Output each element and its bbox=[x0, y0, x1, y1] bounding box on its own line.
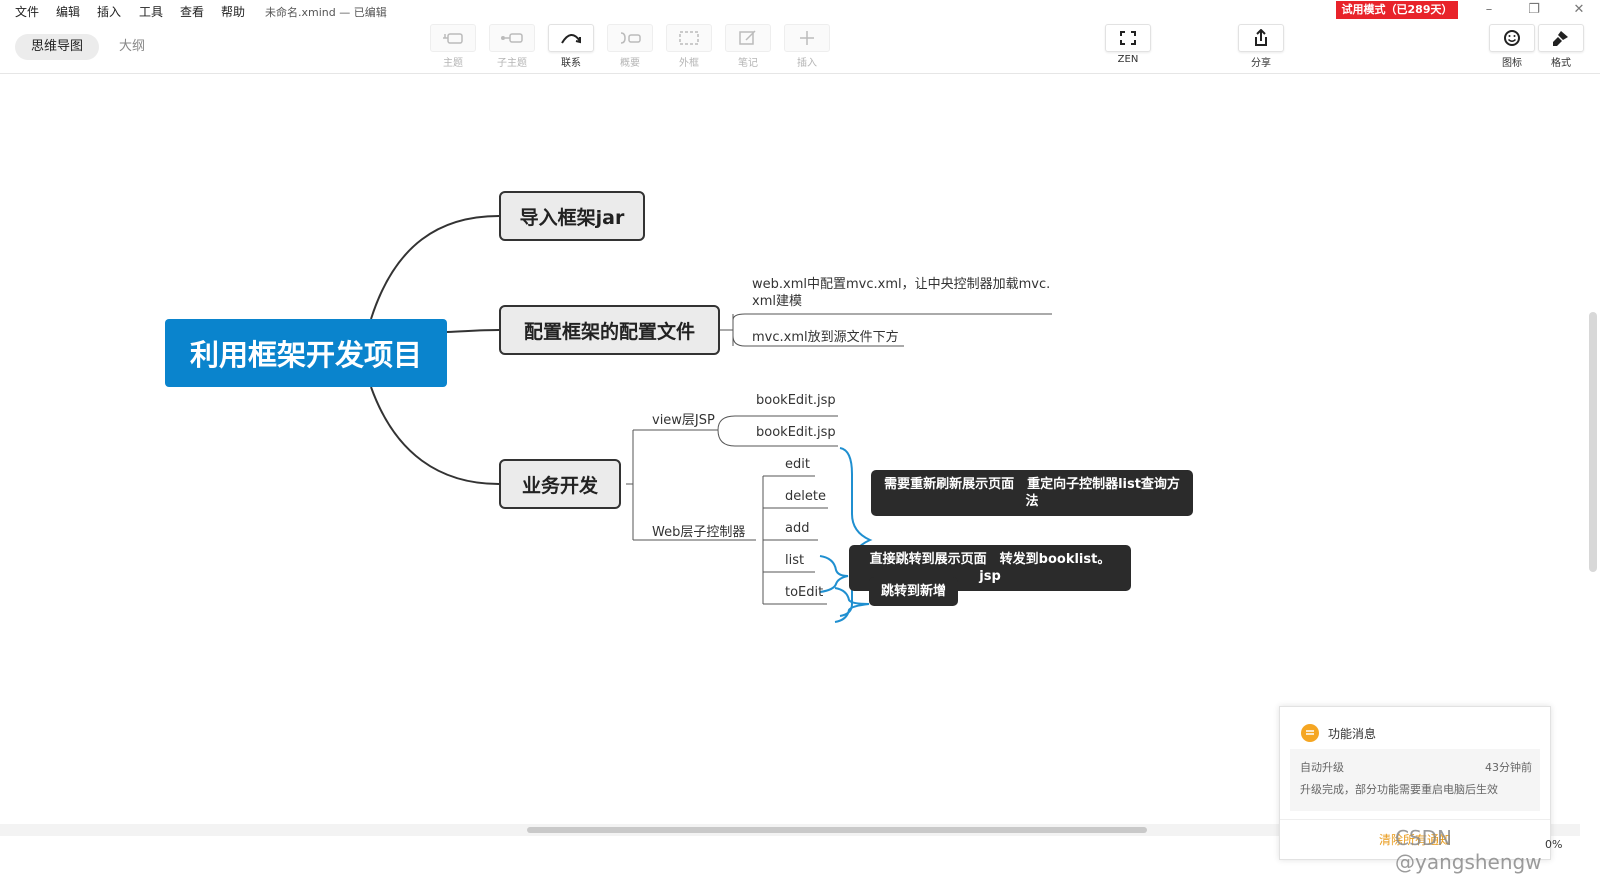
watermark: CSDN @yangshengw bbox=[1395, 826, 1542, 874]
close-icon[interactable]: ✕ bbox=[1568, 2, 1590, 20]
message-icon bbox=[1301, 724, 1319, 742]
notification-item-time: 43分钟前 bbox=[1485, 761, 1532, 774]
subtopic-bookedit-2[interactable]: bookEdit.jsp bbox=[756, 425, 836, 440]
zen-label: ZEN bbox=[1117, 54, 1139, 65]
vertical-scrollbar[interactable] bbox=[1586, 74, 1600, 824]
insert-label: 插入 bbox=[797, 58, 817, 69]
topic-label: 主题 bbox=[443, 58, 463, 69]
share-icon bbox=[1238, 24, 1284, 52]
window-title: 未命名.xmind — 已编辑 bbox=[265, 6, 387, 19]
zen-button[interactable]: ZEN bbox=[1104, 24, 1152, 65]
insert-button[interactable]: 插入 bbox=[783, 24, 831, 69]
subtopic-edit[interactable]: edit bbox=[785, 457, 810, 472]
subtopic-webxml-line2[interactable]: xml建模 bbox=[752, 290, 802, 309]
menu-tools[interactable]: 工具 bbox=[139, 3, 163, 20]
subtopic-web-layer[interactable]: Web层子控制器 bbox=[652, 521, 745, 540]
subtopic-list[interactable]: list bbox=[785, 553, 804, 568]
subtopic-delete[interactable]: delete bbox=[785, 489, 826, 504]
menu-bar: 文件 编辑 插入 工具 查看 帮助 未命名.xmind — 已编辑 试用模式（已… bbox=[0, 0, 1600, 22]
format-label: 格式 bbox=[1551, 58, 1571, 69]
subtopic-label: 子主题 bbox=[497, 58, 527, 69]
notification-title: 功能消息 bbox=[1328, 726, 1377, 741]
share-label: 分享 bbox=[1251, 58, 1271, 69]
vertical-scroll-thumb[interactable] bbox=[1589, 312, 1597, 572]
boundary-button[interactable]: 外框 bbox=[665, 24, 713, 69]
icon-panel-button[interactable]: 图标 bbox=[1488, 24, 1536, 69]
relationship-button[interactable]: 联系 bbox=[547, 24, 595, 69]
note-button[interactable]: 笔记 bbox=[724, 24, 772, 69]
notification-item-title: 自动升级 bbox=[1300, 761, 1344, 774]
note-label: 笔记 bbox=[738, 58, 758, 69]
icon-panel-label: 图标 bbox=[1502, 58, 1522, 69]
smiley-icon bbox=[1489, 24, 1535, 52]
note-redirect[interactable]: 需要重新刷新展示页面 重定向子控制器list查询方法 bbox=[871, 470, 1193, 516]
notification-header: 功能消息 bbox=[1300, 723, 1376, 743]
horizontal-scroll-thumb[interactable] bbox=[527, 827, 1147, 833]
menu-edit[interactable]: 编辑 bbox=[56, 3, 80, 20]
summary-button[interactable]: 概要 bbox=[606, 24, 654, 69]
topic-icon bbox=[430, 24, 476, 52]
toolbar: 思维导图 大纲 主题 子主题 联系 概要 外框 笔记 插入 ZEN 分享 图标 … bbox=[0, 22, 1600, 74]
subtopic-add[interactable]: add bbox=[785, 521, 809, 536]
format-button[interactable]: 格式 bbox=[1537, 24, 1585, 69]
summary-label: 概要 bbox=[620, 58, 640, 69]
summary-icon bbox=[607, 24, 653, 52]
note-to-add[interactable]: 跳转到新增 bbox=[869, 577, 959, 606]
plus-icon bbox=[784, 24, 830, 52]
topic-button[interactable]: 主题 bbox=[429, 24, 477, 69]
notification-item[interactable]: 自动升级 43分钟前 升级完成，部分功能需要重启电脑后生效 bbox=[1290, 749, 1540, 811]
note-icon bbox=[725, 24, 771, 52]
relationship-icon bbox=[548, 24, 594, 52]
fullscreen-icon bbox=[1105, 24, 1151, 52]
restore-icon[interactable]: ❐ bbox=[1523, 2, 1545, 20]
share-button[interactable]: 分享 bbox=[1237, 24, 1285, 69]
menu-help[interactable]: 帮助 bbox=[221, 3, 245, 20]
subtopic-icon bbox=[489, 24, 535, 52]
boundary-label: 外框 bbox=[679, 58, 699, 69]
boundary-icon bbox=[666, 24, 712, 52]
subtopic-button[interactable]: 子主题 bbox=[488, 24, 536, 69]
branch-import-jar[interactable]: 导入框架jar bbox=[499, 191, 645, 241]
trial-badge[interactable]: 试用模式（已289天） bbox=[1336, 1, 1458, 19]
zoom-level[interactable]: 0% bbox=[1545, 838, 1562, 851]
subtopic-toedit[interactable]: toEdit bbox=[785, 585, 823, 600]
subtopic-bookedit-1[interactable]: bookEdit.jsp bbox=[756, 393, 836, 408]
subtopic-mvcxml[interactable]: mvc.xml放到源文件下方 bbox=[752, 326, 899, 345]
relationship-label: 联系 bbox=[561, 58, 581, 69]
menu-insert[interactable]: 插入 bbox=[97, 3, 121, 20]
tab-outline[interactable]: 大纲 bbox=[103, 34, 161, 60]
menu-view[interactable]: 查看 bbox=[180, 3, 204, 20]
menu-file[interactable]: 文件 bbox=[15, 3, 39, 20]
branch-config-files[interactable]: 配置框架的配置文件 bbox=[499, 305, 720, 355]
notification-item-text: 升级完成，部分功能需要重启电脑后生效 bbox=[1300, 783, 1498, 796]
central-topic[interactable]: 利用框架开发项目 bbox=[165, 319, 447, 387]
brush-icon bbox=[1538, 24, 1584, 52]
minimize-icon[interactable]: – bbox=[1478, 2, 1500, 20]
tab-mindmap[interactable]: 思维导图 bbox=[15, 34, 100, 60]
branch-business-dev[interactable]: 业务开发 bbox=[499, 459, 621, 509]
subtopic-view-layer[interactable]: view层JSP bbox=[652, 409, 715, 428]
